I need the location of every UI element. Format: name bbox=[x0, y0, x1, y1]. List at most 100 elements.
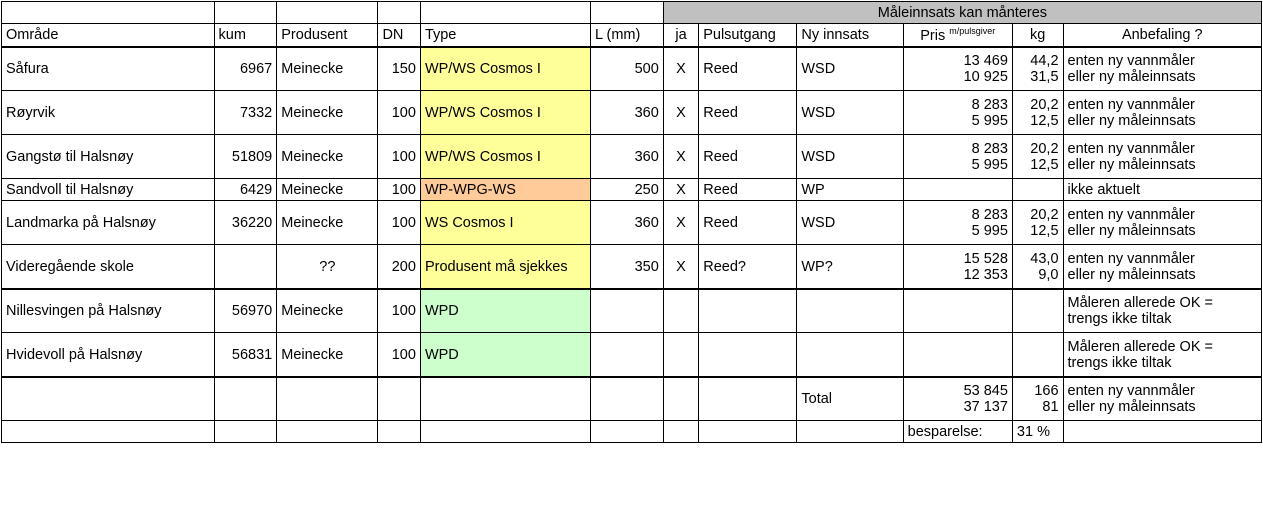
table-row: Hvidevoll på Halsnøy56831Meinecke100WPDM… bbox=[2, 333, 1262, 377]
cell-l bbox=[590, 289, 663, 333]
cell-puls: Reed? bbox=[699, 245, 797, 289]
cell-ja: X bbox=[663, 135, 698, 179]
blank-cell bbox=[663, 421, 698, 443]
cell-l: 350 bbox=[590, 245, 663, 289]
cell-pris bbox=[903, 179, 1012, 201]
cell-anbef: ikke aktuelt bbox=[1063, 179, 1261, 201]
cell-kg: 20,212,5 bbox=[1012, 135, 1063, 179]
hdr-type: Type bbox=[420, 24, 590, 47]
total-kg: 16681 bbox=[1012, 377, 1063, 421]
cell-anbef: enten ny vannmålereller ny måleinnsats bbox=[1063, 47, 1261, 91]
cell-kum: 36220 bbox=[214, 201, 277, 245]
hdr-produsent: Produsent bbox=[277, 24, 378, 47]
table-row: Nillesvingen på Halsnøy56970Meinecke100W… bbox=[2, 289, 1262, 333]
blank-cell bbox=[378, 377, 421, 421]
cell-pris: 13 46910 925 bbox=[903, 47, 1012, 91]
blank-cell bbox=[214, 421, 277, 443]
cell-dn: 100 bbox=[378, 289, 421, 333]
cell-kg bbox=[1012, 289, 1063, 333]
cell-produsent: Meinecke bbox=[277, 135, 378, 179]
hdr-ja: ja bbox=[663, 24, 698, 47]
cell-kum: 6967 bbox=[214, 47, 277, 91]
blank-cell bbox=[699, 377, 797, 421]
hdr-l: L (mm) bbox=[590, 24, 663, 47]
cell-produsent: ?? bbox=[277, 245, 378, 289]
cell-ja: X bbox=[663, 179, 698, 201]
cell-pris: 8 2835 995 bbox=[903, 201, 1012, 245]
blank-cell bbox=[420, 421, 590, 443]
blank-cell bbox=[378, 2, 421, 24]
cell-type: Produsent må sjekkes bbox=[420, 245, 590, 289]
cell-puls bbox=[699, 289, 797, 333]
blank-cell bbox=[590, 421, 663, 443]
cell-kg: 43,09,0 bbox=[1012, 245, 1063, 289]
table-row: Landmarka på Halsnøy36220Meinecke100WS C… bbox=[2, 201, 1262, 245]
cell-anbef: enten ny vannmålereller ny måleinnsats bbox=[1063, 135, 1261, 179]
cell-kg bbox=[1012, 179, 1063, 201]
cell-pris: 15 52812 353 bbox=[903, 245, 1012, 289]
header-row-1: Måleinnsats kan månteres bbox=[2, 2, 1262, 24]
cell-produsent: Meinecke bbox=[277, 47, 378, 91]
cell-ny: WSD bbox=[797, 135, 903, 179]
cell-ny bbox=[797, 333, 903, 377]
cell-ny: WP? bbox=[797, 245, 903, 289]
cell-omrade: Sandvoll til Halsnøy bbox=[2, 179, 215, 201]
cell-puls: Reed bbox=[699, 201, 797, 245]
cell-dn: 150 bbox=[378, 47, 421, 91]
table-row: Sandvoll til Halsnøy6429Meinecke100WP-WP… bbox=[2, 179, 1262, 201]
cell-type: WPD bbox=[420, 333, 590, 377]
cell-anbef: Måleren allerede OK = trengs ikke tiltak bbox=[1063, 333, 1261, 377]
total-anbef: enten ny vannmålereller ny måleinnsats bbox=[1063, 377, 1261, 421]
besparelse-label: besparelse: bbox=[903, 421, 1012, 443]
cell-ny: WP bbox=[797, 179, 903, 201]
cell-omrade: Videregående skole bbox=[2, 245, 215, 289]
cell-type: WP/WS Cosmos I bbox=[420, 47, 590, 91]
blank-cell bbox=[277, 421, 378, 443]
cell-ja bbox=[663, 289, 698, 333]
cell-kum: 56970 bbox=[214, 289, 277, 333]
besparelse-row: besparelse:31 % bbox=[2, 421, 1262, 443]
cell-ny: WSD bbox=[797, 47, 903, 91]
blank-cell bbox=[663, 377, 698, 421]
cell-l: 360 bbox=[590, 135, 663, 179]
total-pris: 53 84537 137 bbox=[903, 377, 1012, 421]
meter-table: Måleinnsats kan månteresOmrådekumProduse… bbox=[1, 1, 1262, 443]
blank-cell bbox=[2, 421, 215, 443]
cell-omrade: Såfura bbox=[2, 47, 215, 91]
cell-l bbox=[590, 333, 663, 377]
cell-anbef: enten ny vannmålereller ny måleinnsats bbox=[1063, 245, 1261, 289]
hdr-puls: Pulsutgang bbox=[699, 24, 797, 47]
table-row: Videregående skole??200Produsent må sjek… bbox=[2, 245, 1262, 289]
cell-anbef: enten ny vannmålereller ny måleinnsats bbox=[1063, 91, 1261, 135]
blank-cell bbox=[2, 377, 215, 421]
cell-omrade: Nillesvingen på Halsnøy bbox=[2, 289, 215, 333]
cell-type: WS Cosmos I bbox=[420, 201, 590, 245]
cell-produsent: Meinecke bbox=[277, 201, 378, 245]
cell-type: WP-WPG-WS bbox=[420, 179, 590, 201]
cell-puls: Reed bbox=[699, 91, 797, 135]
hdr-anbef: Anbefaling ? bbox=[1063, 24, 1261, 47]
cell-type: WPD bbox=[420, 289, 590, 333]
hdr-dn: DN bbox=[378, 24, 421, 47]
cell-produsent: Meinecke bbox=[277, 179, 378, 201]
hdr-omrade: Område bbox=[2, 24, 215, 47]
cell-omrade: Røyrvik bbox=[2, 91, 215, 135]
cell-kum: 7332 bbox=[214, 91, 277, 135]
blank-cell bbox=[590, 377, 663, 421]
cell-produsent: Meinecke bbox=[277, 91, 378, 135]
cell-omrade: Hvidevoll på Halsnøy bbox=[2, 333, 215, 377]
cell-dn: 100 bbox=[378, 91, 421, 135]
cell-produsent: Meinecke bbox=[277, 289, 378, 333]
cell-ny: WSD bbox=[797, 201, 903, 245]
blank-cell bbox=[797, 421, 903, 443]
cell-kum: 56831 bbox=[214, 333, 277, 377]
cell-produsent: Meinecke bbox=[277, 333, 378, 377]
cell-pris: 8 2835 995 bbox=[903, 91, 1012, 135]
cell-ny bbox=[797, 289, 903, 333]
blank-cell bbox=[590, 2, 663, 24]
blank-cell bbox=[2, 2, 215, 24]
table-row: Såfura6967Meinecke150WP/WS Cosmos I500XR… bbox=[2, 47, 1262, 91]
total-label: Total bbox=[797, 377, 903, 421]
blank-cell bbox=[699, 421, 797, 443]
cell-l: 360 bbox=[590, 91, 663, 135]
